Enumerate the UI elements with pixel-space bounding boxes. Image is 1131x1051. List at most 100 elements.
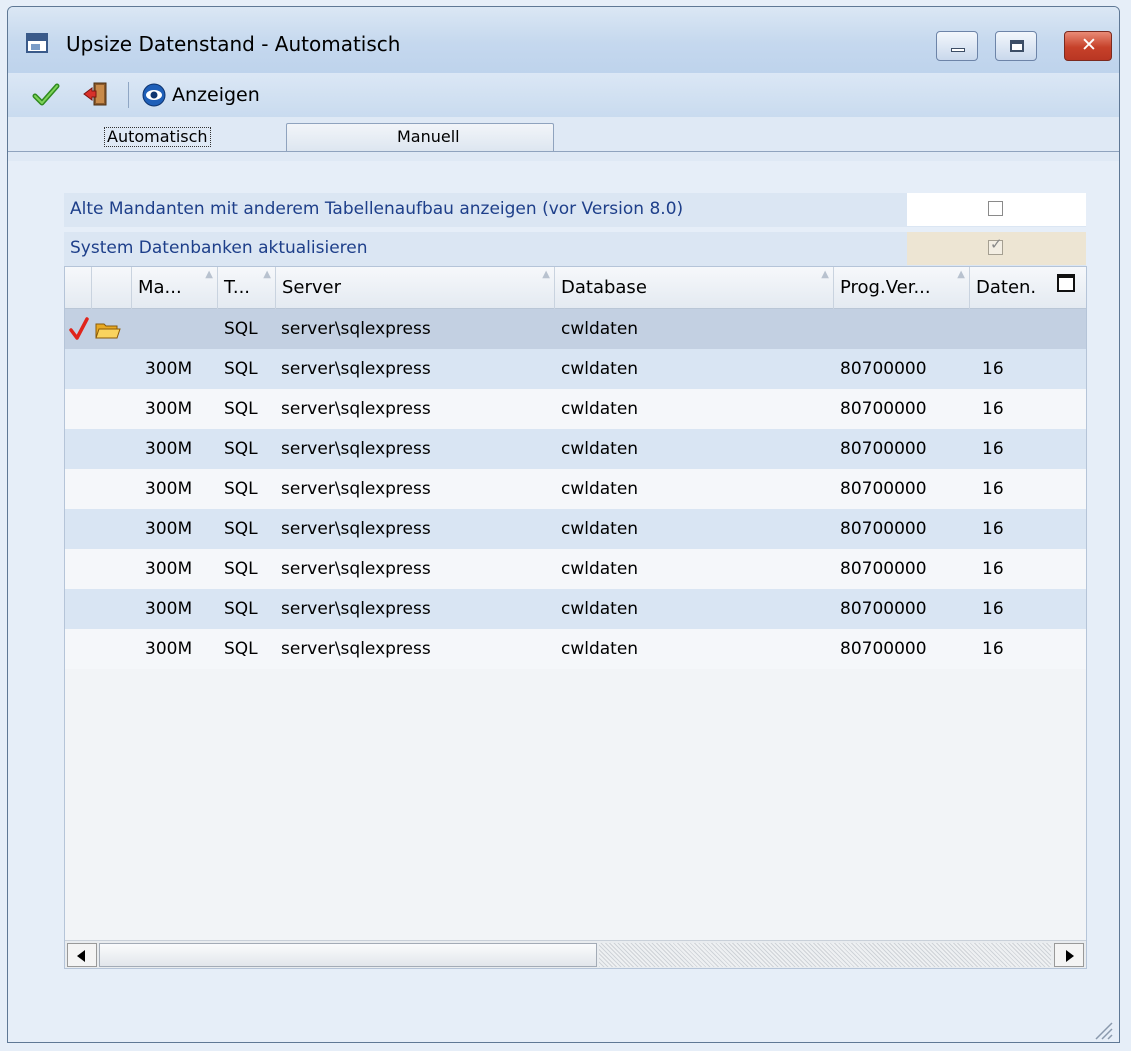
- column-header-prog-version[interactable]: Prog.Ver... ▲: [834, 267, 970, 309]
- cell-daten: 16: [982, 359, 1004, 379]
- cell-type: SQL: [224, 439, 258, 459]
- minimize-button[interactable]: [936, 31, 978, 61]
- toolbar-separator: [128, 82, 129, 108]
- cell-mandant: 300M: [145, 519, 193, 539]
- sort-indicator-icon: ▲: [263, 269, 271, 280]
- tab-bar: Automatisch Manuell: [8, 117, 1119, 161]
- exit-door-icon[interactable]: [82, 80, 110, 108]
- column-header-type-label: T...: [224, 277, 251, 298]
- cell-database: cwldaten: [561, 519, 639, 539]
- sort-indicator-icon: ▲: [821, 269, 829, 280]
- table-row[interactable]: 300M SQL server\sqlexpress cwldaten 8070…: [65, 469, 1086, 509]
- column-header-mandant[interactable]: Ma... ▲: [132, 267, 218, 309]
- column-header-icon[interactable]: [92, 267, 132, 309]
- column-header-daten-label: Daten.: [976, 277, 1037, 298]
- cell-type: SQL: [224, 639, 258, 659]
- column-header-database-label: Database: [561, 277, 647, 298]
- cell-type: SQL: [224, 399, 258, 419]
- cell-daten: 16: [982, 399, 1004, 419]
- scroll-right-arrow-icon[interactable]: [1054, 943, 1084, 967]
- cell-server: server\sqlexpress: [281, 479, 431, 499]
- cell-server: server\sqlexpress: [281, 559, 431, 579]
- cell-daten: 16: [982, 439, 1004, 459]
- sort-indicator-icon: ▲: [205, 269, 213, 280]
- resize-grip-icon[interactable]: [1091, 1018, 1113, 1040]
- cell-database: cwldaten: [561, 599, 639, 619]
- grid-header: Ma... ▲ T... ▲ Server ▲ Database ▲ Prog.Ver.…: [65, 267, 1086, 309]
- old-clients-checkbox[interactable]: [988, 201, 1003, 216]
- cell-server: server\sqlexpress: [281, 319, 431, 339]
- eye-icon: [142, 83, 166, 107]
- column-header-daten[interactable]: Daten.: [970, 267, 1050, 309]
- cell-mandant: 300M: [145, 559, 193, 579]
- sort-indicator-icon: ▲: [957, 269, 965, 280]
- option-old-clients: Alte Mandanten mit anderem Tabellenaufba…: [64, 193, 1086, 227]
- red-check-icon[interactable]: [69, 317, 89, 341]
- scroll-left-arrow-icon[interactable]: [67, 943, 97, 967]
- cell-type: SQL: [224, 559, 258, 579]
- column-header-select[interactable]: [65, 267, 92, 309]
- cell-type: SQL: [224, 479, 258, 499]
- option-system-databases-label: System Datenbanken aktualisieren: [70, 238, 368, 258]
- cell-server: server\sqlexpress: [281, 519, 431, 539]
- cell-server: server\sqlexpress: [281, 439, 431, 459]
- cell-mandant: 300M: [145, 399, 193, 419]
- option-old-clients-label: Alte Mandanten mit anderem Tabellenaufba…: [70, 199, 684, 219]
- cell-mandant: 300M: [145, 439, 193, 459]
- tab-automatisch[interactable]: Automatisch: [16, 121, 286, 153]
- cell-server: server\sqlexpress: [281, 599, 431, 619]
- column-chooser-icon[interactable]: [1057, 274, 1075, 292]
- checkmark-icon[interactable]: [32, 83, 60, 107]
- cell-mandant: 300M: [145, 479, 193, 499]
- scrollbar-thumb[interactable]: [99, 943, 597, 967]
- table-row[interactable]: 300M SQL server\sqlexpress cwldaten 8070…: [65, 389, 1086, 429]
- tab-automatisch-label: Automatisch: [104, 127, 211, 147]
- option-system-databases: System Datenbanken aktualisieren: [64, 232, 1086, 266]
- table-row[interactable]: 300M SQL server\sqlexpress cwldaten 8070…: [65, 589, 1086, 629]
- column-header-server[interactable]: Server ▲: [276, 267, 555, 309]
- window-title: Upsize Datenstand - Automatisch: [66, 32, 401, 56]
- scrollbar-track[interactable]: [599, 943, 1051, 967]
- cell-prog-version: 80700000: [840, 519, 927, 539]
- option-system-databases-cell[interactable]: [907, 232, 1086, 265]
- cell-database: cwldaten: [561, 639, 639, 659]
- table-row[interactable]: 300M SQL server\sqlexpress cwldaten 8070…: [65, 629, 1086, 669]
- column-header-database[interactable]: Database ▲: [555, 267, 834, 309]
- column-header-server-label: Server: [282, 277, 342, 298]
- table-row-group[interactable]: SQL server\sqlexpress cwldaten: [65, 309, 1086, 349]
- system-databases-checkbox[interactable]: [988, 235, 1003, 255]
- title-bar[interactable]: Upsize Datenstand - Automatisch ✕: [8, 7, 1119, 73]
- cell-prog-version: 80700000: [840, 559, 927, 579]
- cell-mandant: 300M: [145, 639, 193, 659]
- cell-type: SQL: [224, 519, 258, 539]
- tab-manuell[interactable]: Manuell: [286, 123, 554, 151]
- cell-database: cwldaten: [561, 319, 639, 339]
- cell-prog-version: 80700000: [840, 439, 927, 459]
- table-row[interactable]: 300M SQL server\sqlexpress cwldaten 8070…: [65, 349, 1086, 389]
- cell-prog-version: 80700000: [840, 639, 927, 659]
- cell-database: cwldaten: [561, 359, 639, 379]
- cell-daten: 16: [982, 479, 1004, 499]
- table-row[interactable]: 300M SQL server\sqlexpress cwldaten 8070…: [65, 509, 1086, 549]
- close-button[interactable]: ✕: [1064, 31, 1112, 61]
- horizontal-scrollbar[interactable]: [65, 940, 1086, 968]
- maximize-button[interactable]: [995, 31, 1037, 61]
- cell-daten: 16: [982, 559, 1004, 579]
- sort-indicator-icon: ▲: [542, 269, 550, 280]
- option-old-clients-cell[interactable]: [907, 193, 1086, 226]
- column-header-type[interactable]: T... ▲: [218, 267, 276, 309]
- table-row[interactable]: 300M SQL server\sqlexpress cwldaten 8070…: [65, 549, 1086, 589]
- cell-daten: 16: [982, 639, 1004, 659]
- folder-icon: [95, 323, 121, 339]
- cell-server: server\sqlexpress: [281, 639, 431, 659]
- show-button[interactable]: Anzeigen: [142, 79, 260, 111]
- upsize-window: Upsize Datenstand - Automatisch ✕ Anzeig…: [7, 6, 1120, 1043]
- app-window-icon[interactable]: [26, 33, 48, 53]
- maximize-icon: [1010, 40, 1024, 52]
- column-header-prog-version-label: Prog.Ver...: [840, 277, 931, 298]
- cell-prog-version: 80700000: [840, 599, 927, 619]
- cell-server: server\sqlexpress: [281, 359, 431, 379]
- tab-manuell-label: Manuell: [397, 127, 460, 146]
- cell-daten: 16: [982, 599, 1004, 619]
- table-row[interactable]: 300M SQL server\sqlexpress cwldaten 8070…: [65, 429, 1086, 469]
